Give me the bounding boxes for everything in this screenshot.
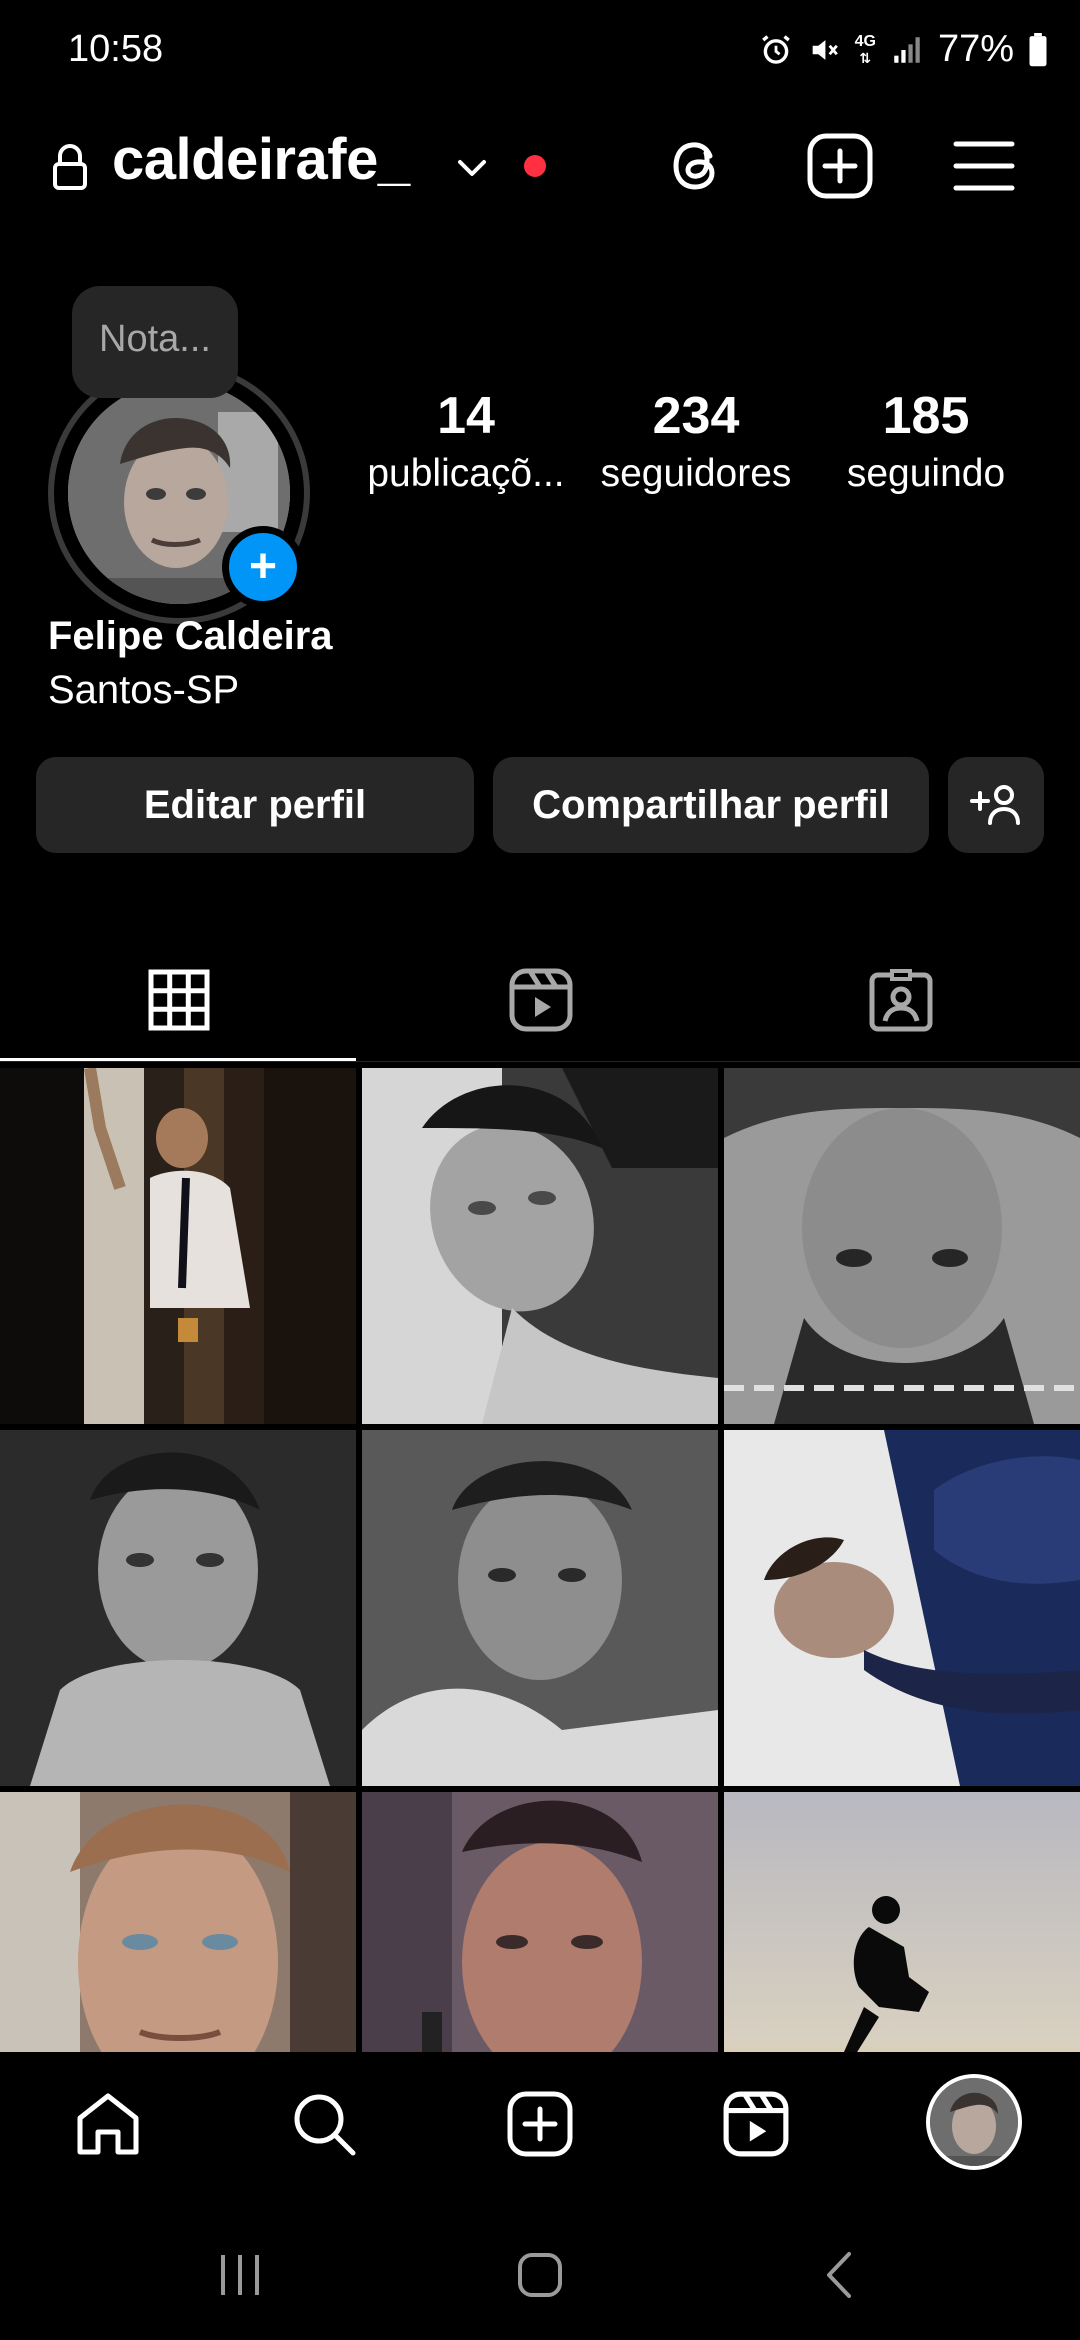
reels-icon xyxy=(723,2091,789,2157)
recents-button[interactable] xyxy=(200,2240,280,2310)
stat-followers[interactable]: 234 seguidores xyxy=(590,386,802,496)
followers-label: seguidores xyxy=(600,452,792,495)
recents-icon xyxy=(221,2255,259,2295)
grid-post-2[interactable] xyxy=(362,1068,718,1424)
nav-create[interactable] xyxy=(500,2084,580,2164)
grid-post-5[interactable] xyxy=(362,1430,718,1786)
grid-icon xyxy=(148,969,210,1031)
grid-post-7[interactable] xyxy=(0,1792,356,2053)
lock-icon xyxy=(50,142,90,192)
battery-percent: 77% xyxy=(937,28,1014,70)
followers-count: 234 xyxy=(652,387,740,445)
reels-icon xyxy=(509,968,573,1032)
network-4g-icon: 4G ⇅ xyxy=(854,32,876,66)
tagged-icon xyxy=(869,969,933,1032)
grid-post-9[interactable] xyxy=(724,1792,1080,2053)
username-switcher[interactable]: caldeirafe_ xyxy=(112,126,410,193)
grid-post-1[interactable] xyxy=(0,1068,356,1424)
status-icons: 4G ⇅ 77% xyxy=(759,28,1048,71)
following-count: 185 xyxy=(882,387,970,445)
display-name: Felipe Caldeira xyxy=(48,614,333,658)
following-label: seguindo xyxy=(846,452,1006,495)
threads-icon[interactable] xyxy=(662,132,730,200)
nav-profile-avatar[interactable] xyxy=(926,2074,1022,2170)
home-icon xyxy=(77,2093,139,2155)
add-story-button[interactable]: + xyxy=(222,526,304,608)
status-time: 10:58 xyxy=(68,28,164,70)
share-profile-button[interactable]: Compartilhar perfil xyxy=(493,757,929,853)
home-icon xyxy=(518,2253,562,2297)
chevron-down-icon[interactable] xyxy=(452,148,492,188)
back-button[interactable] xyxy=(800,2240,880,2310)
tab-reels[interactable] xyxy=(362,940,720,1060)
grid-post-8[interactable] xyxy=(362,1792,718,2053)
nav-reels[interactable] xyxy=(716,2084,796,2164)
posts-count: 14 xyxy=(437,387,495,445)
grid-post-4[interactable] xyxy=(0,1430,356,1786)
posts-label: publicaçõ... xyxy=(367,452,565,495)
create-icon xyxy=(507,2091,573,2157)
battery-icon xyxy=(1028,32,1048,67)
tab-grid[interactable] xyxy=(0,940,358,1060)
back-icon xyxy=(827,2252,851,2298)
create-icon[interactable] xyxy=(806,132,874,200)
bio-location: Santos-SP xyxy=(48,668,240,712)
alarm-icon xyxy=(759,33,793,67)
add-user-icon xyxy=(970,785,1020,825)
menu-icon[interactable] xyxy=(952,136,1016,196)
nav-search[interactable] xyxy=(284,2084,364,2164)
grid-post-6[interactable] xyxy=(724,1430,1080,1786)
tab-tagged[interactable] xyxy=(722,940,1080,1060)
search-icon xyxy=(294,2094,356,2156)
mute-icon xyxy=(807,33,841,67)
tab-divider xyxy=(0,1061,1080,1062)
photo-grid xyxy=(0,1068,1080,2053)
grid-post-3[interactable] xyxy=(724,1068,1080,1424)
stat-posts[interactable]: 14 publicaçõ... xyxy=(358,386,574,496)
nav-home[interactable] xyxy=(68,2084,148,2164)
signal-icon xyxy=(890,33,924,67)
stat-following[interactable]: 185 seguindo xyxy=(820,386,1032,496)
notification-dot xyxy=(524,155,546,177)
add-user-button[interactable] xyxy=(948,757,1044,853)
note-placeholder: Nota... xyxy=(99,318,211,360)
edit-profile-button[interactable]: Editar perfil xyxy=(36,757,474,853)
network-label: 4G xyxy=(854,32,876,50)
system-home-button[interactable] xyxy=(500,2240,580,2310)
